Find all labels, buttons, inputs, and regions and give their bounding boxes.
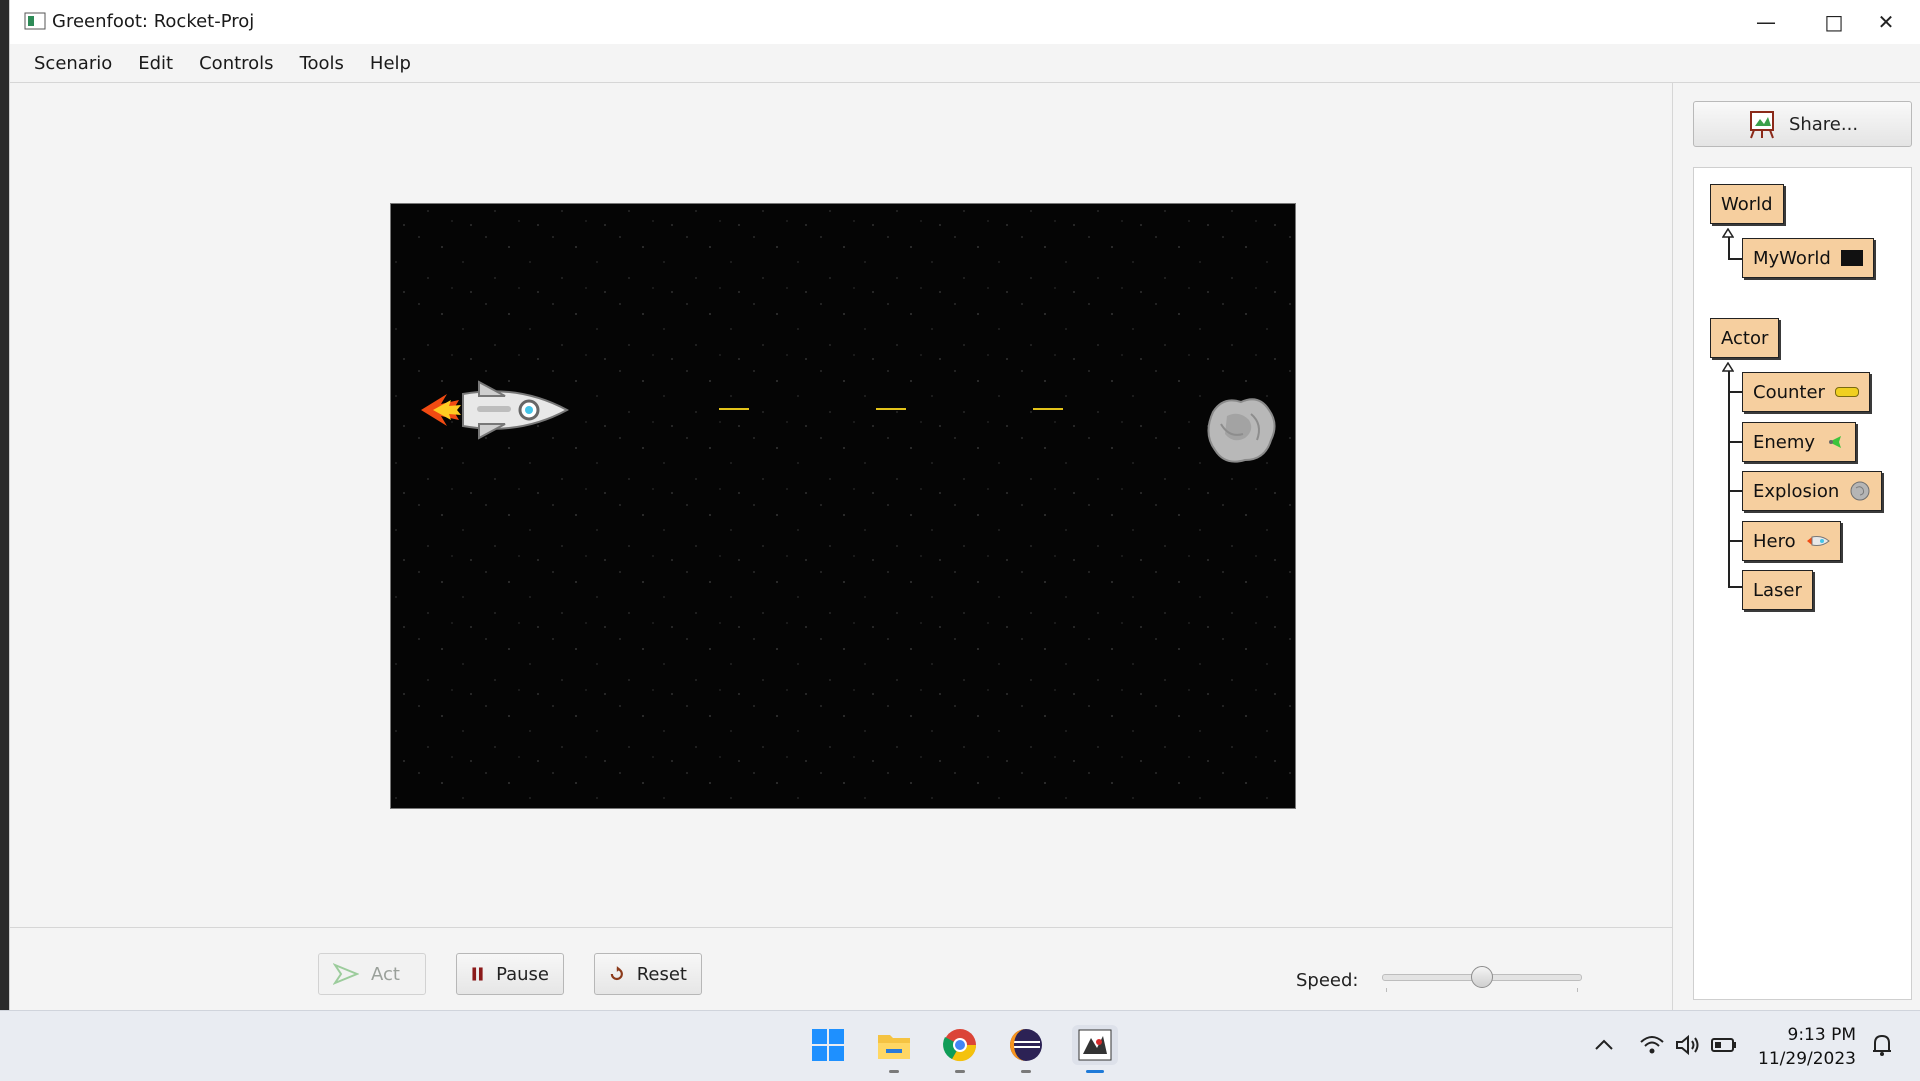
act-arrow-icon bbox=[333, 963, 359, 985]
class-explosion[interactable]: Explosion bbox=[1742, 471, 1883, 511]
file-explorer-icon[interactable] bbox=[874, 1025, 914, 1073]
class-counter[interactable]: Counter bbox=[1742, 372, 1870, 412]
volume-icon[interactable] bbox=[1668, 1025, 1708, 1065]
wifi-icon[interactable] bbox=[1632, 1025, 1672, 1065]
speed-label: Speed: bbox=[1296, 970, 1359, 991]
reset-button[interactable]: Reset bbox=[594, 953, 702, 995]
windows-start-icon[interactable] bbox=[808, 1025, 848, 1065]
act-button[interactable]: Act bbox=[318, 953, 426, 995]
hero-rocket[interactable] bbox=[419, 372, 569, 448]
menu-help[interactable]: Help bbox=[357, 53, 424, 74]
class-diagram-panel: Share... World MyWorld Actor Counter Ene… bbox=[1672, 83, 1920, 1010]
menu-edit[interactable]: Edit bbox=[125, 53, 186, 74]
eclipse-icon[interactable] bbox=[1006, 1025, 1046, 1073]
enemy-icon bbox=[1829, 436, 1842, 448]
class-tree: World MyWorld Actor Counter Enemy Explos… bbox=[1693, 167, 1912, 1000]
laser bbox=[1033, 408, 1063, 410]
clock-time: 9:13 PM bbox=[1787, 1025, 1857, 1045]
explosion-icon bbox=[1850, 481, 1870, 501]
class-enemy[interactable]: Enemy bbox=[1742, 422, 1857, 462]
menu-scenario[interactable]: Scenario bbox=[10, 53, 125, 74]
share-easel-icon bbox=[1749, 111, 1774, 139]
class-laser[interactable]: Laser bbox=[1742, 570, 1813, 610]
minimize-button[interactable]: — bbox=[1732, 0, 1800, 44]
notification-icon[interactable] bbox=[1862, 1025, 1902, 1065]
slider-ticks bbox=[1386, 988, 1578, 992]
world-area bbox=[10, 83, 1672, 927]
class-hero[interactable]: Hero bbox=[1742, 521, 1841, 561]
class-world[interactable]: World bbox=[1710, 184, 1784, 224]
system-clock[interactable]: 9:13 PM 11/29/2023 bbox=[1758, 1023, 1856, 1071]
class-actor[interactable]: Actor bbox=[1710, 318, 1780, 358]
pause-icon bbox=[472, 967, 483, 981]
menu-controls[interactable]: Controls bbox=[186, 53, 286, 74]
close-button[interactable]: ✕ bbox=[1852, 0, 1920, 44]
menu-tools[interactable]: Tools bbox=[287, 53, 357, 74]
starfield-thumbnail-icon bbox=[1840, 250, 1863, 266]
world-canvas[interactable] bbox=[390, 203, 1296, 809]
enemy-asteroid[interactable] bbox=[1203, 394, 1279, 466]
clock-date: 11/29/2023 bbox=[1758, 1049, 1856, 1069]
laser bbox=[719, 408, 749, 410]
window-title: Greenfoot: Rocket-Proj bbox=[52, 11, 255, 32]
battery-icon[interactable] bbox=[1704, 1025, 1744, 1065]
class-myworld[interactable]: MyWorld bbox=[1742, 238, 1874, 278]
controls-bar: Act Pause Reset Speed: bbox=[10, 927, 1672, 1011]
menu-bar: Scenario Edit Controls Tools Help bbox=[10, 44, 1920, 83]
taskbar: 9:13 PM 11/29/2023 bbox=[0, 1010, 1920, 1081]
rocket-icon bbox=[1806, 536, 1830, 546]
title-bar: Greenfoot: Rocket-Proj — □ ✕ bbox=[10, 0, 1920, 44]
chrome-icon[interactable] bbox=[940, 1025, 980, 1073]
greenfoot-window: Greenfoot: Rocket-Proj — □ ✕ Scenario Ed… bbox=[10, 0, 1920, 1011]
chevron-up-icon[interactable] bbox=[1584, 1025, 1624, 1065]
speed-slider[interactable] bbox=[1382, 964, 1582, 992]
laser bbox=[876, 408, 906, 410]
share-button[interactable]: Share... bbox=[1693, 101, 1912, 147]
greenfoot-icon[interactable] bbox=[1072, 1025, 1118, 1073]
reset-icon bbox=[610, 966, 623, 981]
counter-icon bbox=[1834, 387, 1859, 397]
slider-thumb[interactable] bbox=[1471, 966, 1493, 988]
greenfoot-app-icon bbox=[24, 12, 46, 30]
pause-button[interactable]: Pause bbox=[456, 953, 564, 995]
